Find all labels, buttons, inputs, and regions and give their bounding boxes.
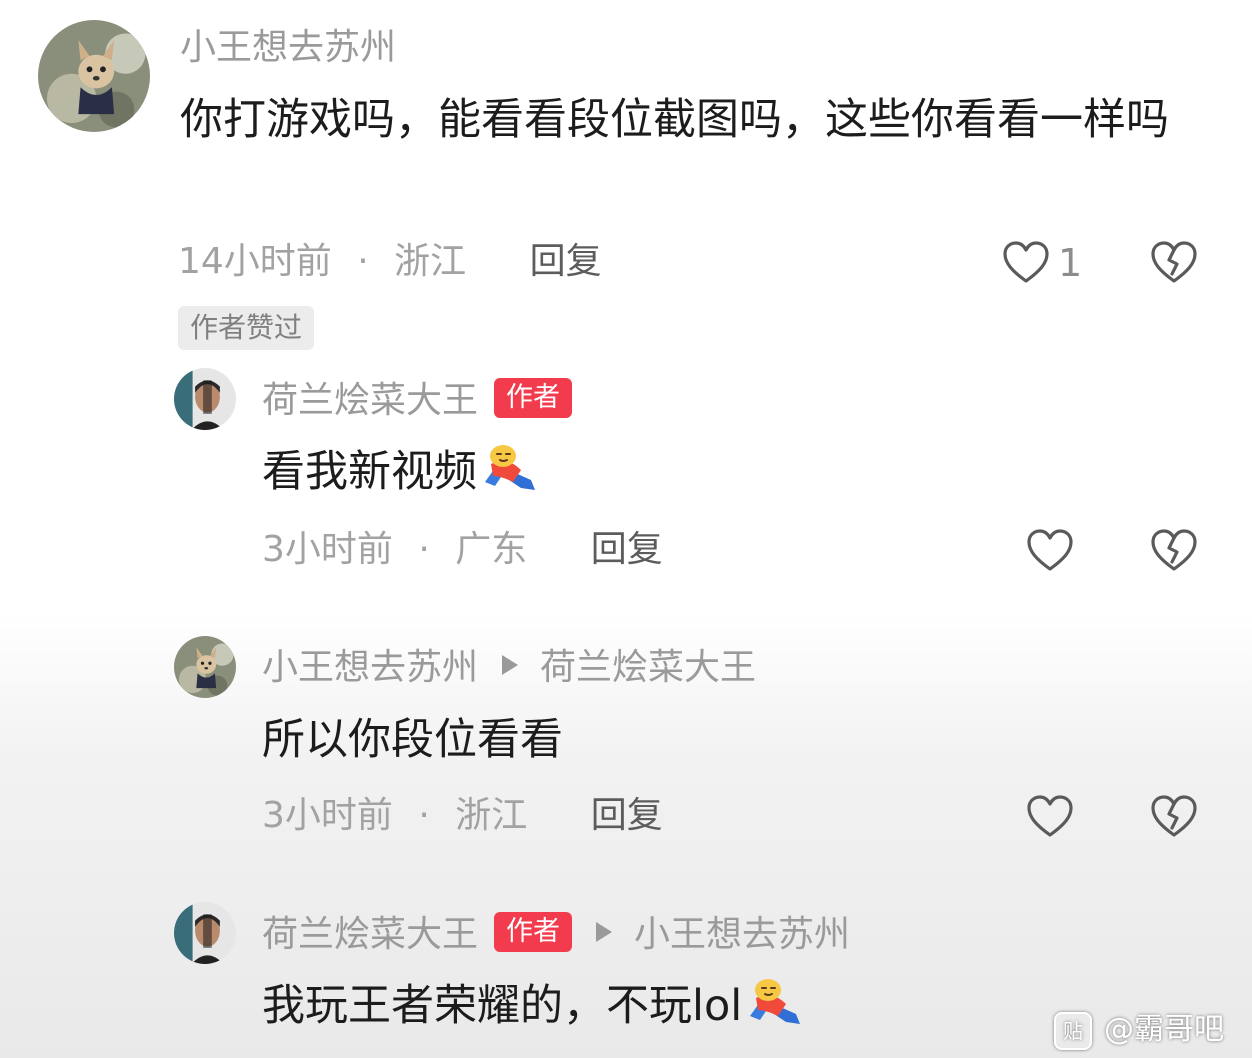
- reply-header: 荷兰烩菜大王 作者 小王想去苏州: [262, 912, 850, 956]
- like-count: 1: [1058, 241, 1083, 285]
- comment-meta: 3小时前 · 广东 回复: [262, 532, 663, 568]
- heart-outline-icon: [1026, 528, 1074, 572]
- meta-separator: ·: [418, 795, 430, 836]
- comment-text: 所以你段位看看: [262, 715, 563, 765]
- broken-heart-icon: [1150, 794, 1198, 838]
- comment-meta: 14小时前 · 浙江 回复: [178, 244, 602, 280]
- comment-meta: 3小时前 · 浙江 回复: [262, 798, 663, 834]
- author-badge: 作者: [494, 378, 573, 418]
- reply-header: 小王想去苏州 荷兰烩菜大王: [262, 650, 756, 686]
- sticker-emoji-icon: [742, 976, 806, 1034]
- reply-button[interactable]: 回复: [591, 529, 663, 570]
- reply-arrow-icon: [502, 655, 519, 675]
- comment-location: 广东: [455, 529, 528, 570]
- comment-text-content: 看我新视频: [262, 447, 477, 497]
- meta-separator: ·: [357, 241, 369, 282]
- avatar[interactable]: [174, 368, 236, 430]
- meta-separator: ·: [418, 529, 430, 570]
- reply-button[interactable]: 回复: [591, 795, 663, 836]
- watermark: 贴 @霸哥吧: [1054, 1004, 1224, 1050]
- like-button[interactable]: [1026, 794, 1074, 838]
- broken-heart-icon: [1150, 240, 1198, 284]
- heart-outline-icon: [1026, 794, 1074, 838]
- comment-time: 3小时前: [262, 795, 393, 836]
- comment-username[interactable]: 荷兰烩菜大王: [262, 914, 478, 955]
- reply-to-username[interactable]: 荷兰烩菜大王: [540, 647, 756, 688]
- comment-location: 浙江: [455, 795, 528, 836]
- comment-username[interactable]: 小王想去苏州: [180, 30, 396, 66]
- avatar[interactable]: [38, 20, 150, 132]
- sticker-emoji-icon: [477, 442, 541, 500]
- tieba-logo-icon: 贴: [1054, 1011, 1092, 1050]
- author-badge: 作者: [494, 912, 573, 952]
- heart-outline-icon: [1002, 240, 1050, 284]
- comment-time: 14小时前: [178, 241, 332, 282]
- reply-header: 荷兰烩菜大王 作者: [262, 378, 573, 422]
- reply-arrow-icon: [596, 922, 613, 942]
- comment-text-content: 我玩王者荣耀的，不玩lol: [262, 981, 743, 1031]
- comment-text: 看我新视频: [262, 440, 541, 505]
- like-button[interactable]: [1026, 528, 1074, 572]
- watermark-text: @霸哥吧: [1104, 1012, 1224, 1047]
- avatar[interactable]: [174, 902, 236, 964]
- reply-to-username[interactable]: 小王想去苏州: [634, 914, 850, 955]
- dislike-button[interactable]: [1150, 794, 1198, 838]
- comment-username[interactable]: 小王想去苏州: [262, 647, 478, 688]
- comment-time: 3小时前: [262, 529, 393, 570]
- comment-text: 我玩王者荣耀的，不玩lol: [262, 974, 806, 1039]
- author-liked-badge: 作者赞过: [178, 306, 315, 350]
- comment-location: 浙江: [394, 241, 467, 282]
- dislike-button[interactable]: [1150, 528, 1198, 572]
- avatar[interactable]: [174, 636, 236, 698]
- comment-text: 你打游戏吗，能看看段位截图吗，这些你看看一样吗: [180, 95, 1169, 145]
- reply-button[interactable]: 回复: [530, 241, 602, 282]
- comment-username[interactable]: 荷兰烩菜大王: [262, 380, 478, 421]
- broken-heart-icon: [1150, 528, 1198, 572]
- like-button[interactable]: [1002, 240, 1050, 284]
- dislike-button[interactable]: [1150, 240, 1198, 284]
